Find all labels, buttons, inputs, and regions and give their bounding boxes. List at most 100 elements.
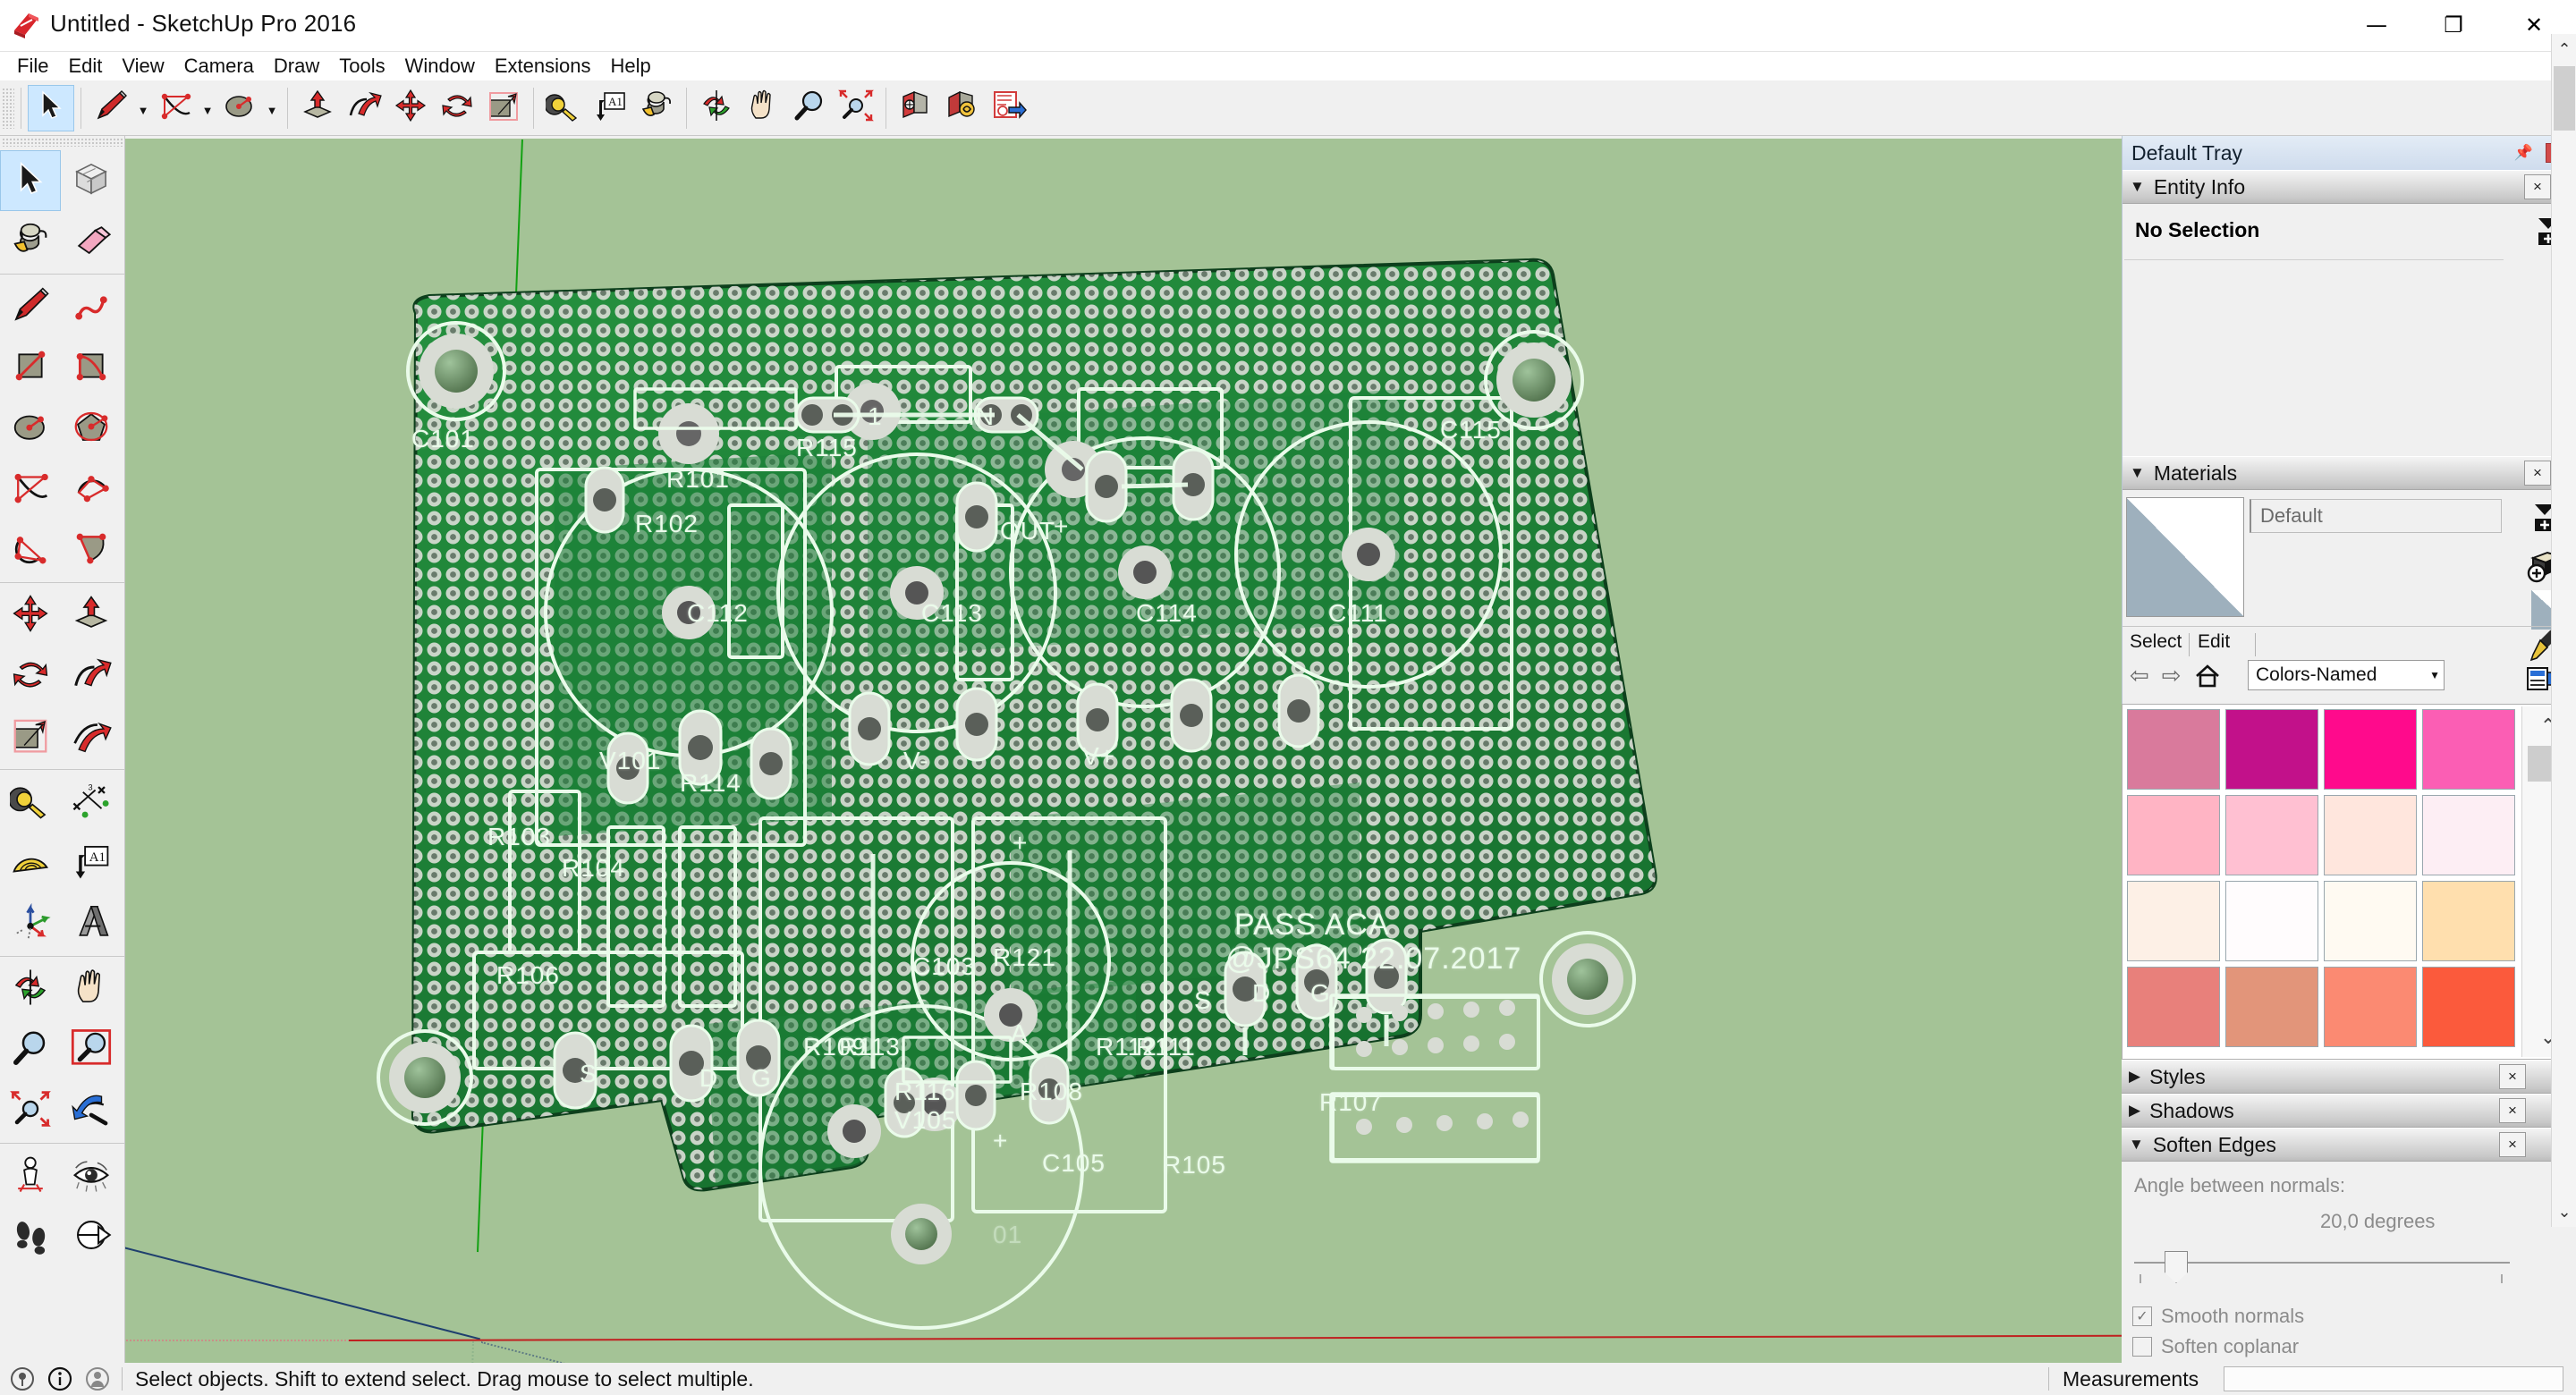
shapes-dropdown-caret[interactable]: ▼ [263, 85, 281, 131]
position-camera-tool[interactable] [0, 1146, 61, 1206]
pcb-model[interactable]: C101 R101 R115 1 IN R102 C112 C113 OUT + C114 C111 C… [331, 246, 1708, 1346]
line-dropdown-caret[interactable]: ▼ [134, 85, 152, 131]
rotated-rectangle-tool[interactable] [61, 337, 122, 398]
menu-item-window[interactable]: Window [395, 52, 485, 80]
material-swatch[interactable] [2127, 795, 2220, 875]
panel-close-entity-info[interactable]: × [2524, 174, 2551, 199]
offset-tool[interactable] [61, 706, 122, 767]
menu-item-file[interactable]: File [7, 52, 58, 80]
push-pull-tool[interactable] [294, 85, 341, 131]
person-icon[interactable] [82, 1364, 113, 1394]
scale-tool[interactable] [0, 706, 61, 767]
menu-item-tools[interactable]: Tools [329, 52, 394, 80]
tape-measure-tool[interactable] [540, 85, 587, 131]
material-swatch[interactable] [2225, 881, 2318, 961]
material-swatch[interactable] [2127, 967, 2220, 1047]
soften-coplanar-checkbox[interactable] [2132, 1337, 2152, 1357]
menu-item-help[interactable]: Help [601, 52, 661, 80]
current-material-swatch[interactable] [2126, 497, 2244, 617]
home-icon[interactable] [2194, 664, 2221, 689]
pie-tool[interactable] [61, 520, 122, 580]
paint-bucket-tool[interactable] [633, 85, 680, 131]
material-swatch[interactable] [2225, 709, 2318, 790]
eraser-tool[interactable] [61, 211, 122, 272]
panel-header-entity-info[interactable]: ▼ Entity Info × [2123, 170, 2576, 204]
tray-scrollbar[interactable]: ⌃ ⌄ [2551, 34, 2576, 1227]
menu-item-edit[interactable]: Edit [58, 52, 112, 80]
toolbar-grip[interactable] [2, 87, 14, 129]
geo-location-icon[interactable] [7, 1364, 38, 1394]
soften-coplanar-row[interactable]: Soften coplanar [2132, 1335, 2299, 1358]
scale-tool[interactable] [480, 85, 527, 131]
panel-close-soften-edges[interactable]: × [2499, 1132, 2526, 1157]
section-plane-tool[interactable] [61, 1206, 122, 1267]
two-point-arc-tool[interactable] [61, 459, 122, 520]
rectangle-tool[interactable] [0, 337, 61, 398]
material-swatch[interactable] [2225, 795, 2318, 875]
back-arrow-icon[interactable]: ⇦ [2130, 662, 2149, 689]
panel-close-styles[interactable]: × [2499, 1064, 2526, 1089]
material-swatch[interactable] [2324, 967, 2417, 1047]
angle-slider-thumb[interactable] [2165, 1251, 2188, 1283]
line-tool[interactable] [88, 85, 134, 131]
smooth-normals-row[interactable]: ✓ Smooth normals [2132, 1305, 2304, 1328]
zoom-tool[interactable] [0, 1019, 61, 1080]
paint-bucket-tool[interactable] [0, 211, 61, 272]
arc-tool[interactable] [0, 459, 61, 520]
panel-header-shadows[interactable]: ▶ Shadows × [2122, 1094, 2551, 1128]
follow-me-tool[interactable] [61, 646, 122, 706]
left-toolbar-grip[interactable] [2, 138, 123, 147]
move-tool[interactable] [0, 585, 61, 646]
freehand-tool[interactable] [61, 276, 122, 337]
tray-scroll-down-icon[interactable]: ⌄ [2552, 1196, 2576, 1227]
move-tool[interactable] [387, 85, 434, 131]
arc-dropdown-caret[interactable]: ▼ [199, 85, 216, 131]
zoom-extents-tool[interactable] [833, 85, 879, 131]
share-model-tool[interactable] [986, 85, 1032, 131]
pan-tool[interactable] [61, 959, 122, 1019]
tray-scroll-up-icon[interactable]: ⌃ [2552, 34, 2576, 64]
material-name-field[interactable]: Default [2250, 499, 2502, 533]
smooth-normals-checkbox[interactable]: ✓ [2132, 1306, 2152, 1326]
menu-item-draw[interactable]: Draw [264, 52, 329, 80]
panel-close-shadows[interactable]: × [2499, 1098, 2526, 1123]
select-tool[interactable] [28, 84, 74, 131]
tape-measure-tool[interactable] [0, 772, 61, 833]
panel-close-materials[interactable]: × [2524, 461, 2551, 486]
photo-textures-tool[interactable] [939, 85, 986, 131]
circle-tool[interactable] [0, 398, 61, 459]
material-swatch[interactable] [2324, 881, 2417, 961]
tray-scrollbar-thumb[interactable] [2554, 66, 2575, 131]
push-pull-tool[interactable] [61, 585, 122, 646]
zoom-window-tool[interactable] [61, 1019, 122, 1080]
orbit-tool[interactable] [693, 85, 740, 131]
text-tool[interactable]: A1 [61, 833, 122, 893]
menu-item-camera[interactable]: Camera [174, 52, 264, 80]
pan-tool[interactable] [740, 85, 786, 131]
material-swatch[interactable] [2422, 795, 2515, 875]
model-viewport[interactable]: C101 R101 R115 1 IN R102 C112 C113 OUT + C114 C111 C… [125, 139, 2122, 1363]
panel-header-soften-edges[interactable]: ▼ Soften Edges × [2122, 1128, 2551, 1162]
info-icon[interactable] [45, 1364, 75, 1394]
material-swatch[interactable] [2324, 795, 2417, 875]
panel-header-materials[interactable]: ▼ Materials × [2123, 456, 2576, 490]
material-swatch[interactable] [2127, 881, 2220, 961]
maximize-button[interactable]: ❐ [2415, 0, 2492, 50]
tab-select[interactable]: Select [2130, 631, 2182, 653]
polygon-tool[interactable] [61, 398, 122, 459]
rotate-tool[interactable] [0, 646, 61, 706]
material-swatch[interactable] [2127, 709, 2220, 790]
shapes-tool[interactable] [216, 85, 263, 131]
make-component-tool[interactable] [61, 150, 122, 211]
text-tool[interactable]: A1 [587, 85, 633, 131]
material-swatch-grid[interactable] [2124, 706, 2518, 1055]
add-location-tool[interactable] [893, 85, 939, 131]
arc-tool[interactable] [152, 85, 199, 131]
measurements-input[interactable] [2224, 1366, 2563, 1391]
pin-icon[interactable]: 📌 [2514, 144, 2533, 162]
angle-slider-track[interactable] [2134, 1262, 2510, 1264]
rotate-tool[interactable] [434, 85, 480, 131]
zoom-extents-tool[interactable] [0, 1080, 61, 1141]
3d-text-tool[interactable] [61, 893, 122, 954]
panel-header-styles[interactable]: ▶ Styles × [2122, 1060, 2551, 1094]
